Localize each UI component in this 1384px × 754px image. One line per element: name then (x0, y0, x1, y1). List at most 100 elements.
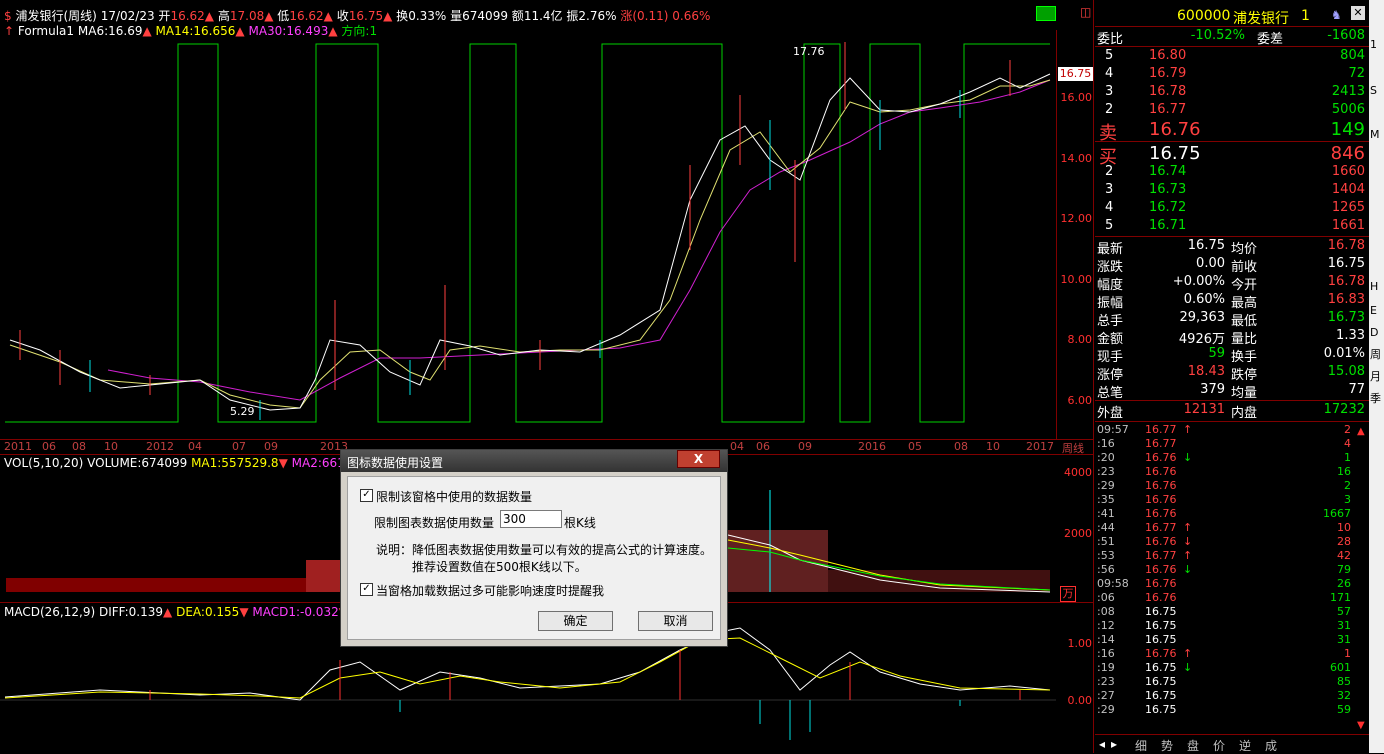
tick-time: :51 (1097, 535, 1115, 548)
tick-arrow-icon: ↓ (1183, 661, 1193, 674)
stat-label: 总笔 (1097, 386, 1124, 401)
tick-volume: 1 (1344, 451, 1351, 464)
side-item[interactable]: 月 (1370, 368, 1383, 382)
tick-time: :14 (1097, 633, 1115, 646)
tick-row: 09:58 16.76 26 (1095, 577, 1369, 591)
ok-button[interactable]: 确定 (538, 611, 613, 631)
dialog-close-button[interactable]: X (677, 450, 720, 468)
tick-time: :19 (1097, 661, 1115, 674)
vol-axis-label: 2000 (1064, 527, 1092, 540)
limit-count-input[interactable] (500, 510, 562, 528)
stat-value: 29,363 (1179, 310, 1226, 325)
data-settings-dialog[interactable]: 图标数据使用设置 X ✓ 限制该窗格中使用的数据数量 限制图表数据使用数量 根K… (340, 449, 728, 647)
tab-detail[interactable]: 细 (1135, 737, 1147, 754)
tick-price: 16.77 (1145, 437, 1177, 450)
time-label: 10 (104, 440, 118, 453)
cancel-button[interactable]: 取消 (638, 611, 713, 631)
time-label: 07 (232, 440, 246, 453)
sell-level: 2 16.77 5006 (1095, 102, 1369, 120)
tick-time: :23 (1097, 675, 1115, 688)
stat-value: +0.00% (1172, 274, 1225, 289)
tab-prev-icon[interactable]: ◂ (1099, 737, 1105, 751)
level-price: 16.79 (1149, 66, 1187, 81)
tick-row: :08 16.75 57 (1095, 605, 1369, 619)
stat-label: 最低 (1231, 314, 1258, 329)
level-num: 4 (1105, 66, 1114, 81)
vol-ma1: MA1:557529.8 (191, 456, 279, 470)
level-vol: 1404 (1331, 182, 1365, 197)
tick-arrow-icon: ↓ (1183, 563, 1193, 576)
tab-reverse[interactable]: 逆 (1239, 737, 1251, 754)
quote-panel: 600000 浦发银行 1 ♞ ✕ 委比 -10.52% 委差 -1608 5 … (1095, 0, 1369, 753)
tick-volume: 10 (1337, 521, 1351, 534)
level-vol: 1661 (1331, 218, 1365, 233)
tick-volume: 26 (1337, 577, 1351, 590)
stat-value: 77 (1348, 382, 1365, 397)
vol-value: VOLUME:674099 (87, 456, 188, 470)
tick-row: :06 16.76 171 (1095, 591, 1369, 605)
side-item[interactable]: 周 (1370, 346, 1383, 360)
side-item[interactable]: M (1370, 128, 1383, 142)
note-line-2: 推荐设置数值在500根K线以下。 (412, 560, 587, 574)
stat-value: 16.83 (1327, 292, 1365, 307)
tab-next-icon[interactable]: ▸ (1111, 737, 1117, 751)
level-num: 4 (1105, 200, 1114, 215)
neipan-value: 17232 (1323, 402, 1365, 417)
time-label: 09 (798, 440, 812, 453)
side-item[interactable]: H (1370, 280, 1383, 294)
tick-time: 09:57 (1097, 423, 1129, 436)
price-axis-label: 12.00 (1060, 212, 1093, 225)
waipan-label: 外盘 (1097, 406, 1124, 421)
level-vol: 2413 (1331, 84, 1365, 99)
side-item[interactable]: D (1370, 326, 1383, 340)
side-item[interactable]: S (1370, 84, 1383, 98)
tab-orderbook[interactable]: 盘 (1187, 737, 1199, 754)
tick-row: :29 16.76 2 (1095, 479, 1369, 493)
side-item[interactable]: E (1370, 304, 1383, 318)
side-toolbar: 1 S M H E D 周 月 季 (1369, 0, 1384, 753)
warn-checkbox[interactable]: ✓ (360, 583, 373, 596)
stat-value: 16.75 (1327, 256, 1365, 271)
close-icon[interactable]: ✕ (1351, 6, 1365, 20)
stat-row: 最新 16.75 均价 16.78 (1095, 238, 1369, 257)
stat-row: 涨跌 0.00 前收 16.75 (1095, 256, 1369, 275)
side-item[interactable]: 1 (1370, 38, 1383, 52)
stat-row: 振幅 0.60% 最高 16.83 (1095, 292, 1369, 311)
scroll-down-icon[interactable]: ▼ (1357, 720, 1367, 731)
side-item[interactable]: 季 (1370, 390, 1383, 404)
stat-value: 16.78 (1327, 274, 1365, 289)
level-price: 16.71 (1149, 218, 1187, 233)
tick-volume: 28 (1337, 535, 1351, 548)
up-arrow-icon: ▲ (163, 605, 173, 619)
dialog-titlebar[interactable]: 图标数据使用设置 X (341, 450, 727, 472)
tick-price: 16.77 (1145, 423, 1177, 436)
stat-label: 现手 (1097, 350, 1124, 365)
stat-label: 前收 (1231, 260, 1258, 275)
tick-price: 16.76 (1145, 535, 1177, 548)
tick-price: 16.75 (1145, 619, 1177, 632)
neipan-label: 内盘 (1231, 406, 1258, 421)
buy1-price: 16.75 (1149, 143, 1201, 164)
panel-title: 600000 浦发银行 1 ♞ ✕ (1095, 6, 1369, 27)
scroll-up-icon[interactable]: ▲ (1357, 426, 1367, 437)
tick-list[interactable]: 09:57 16.77 ↑ 2:16 16.77 4:20 16.76 ↓ 1:23 16.76 1… (1095, 423, 1369, 723)
horse-icon[interactable]: ♞ (1331, 8, 1342, 22)
time-label: 06 (756, 440, 770, 453)
tab-price[interactable]: 价 (1213, 737, 1225, 754)
waipan-row: 外盘 12131 内盘 17232 (1095, 402, 1369, 421)
level-price: 16.72 (1149, 200, 1187, 215)
weibi-row: 委比 -10.52% 委差 -1608 (1095, 28, 1369, 47)
tick-volume: 2 (1344, 479, 1351, 492)
limit-data-checkbox[interactable]: ✓ (360, 489, 373, 502)
tick-row: :23 16.75 85 (1095, 675, 1369, 689)
tick-price: 16.75 (1145, 675, 1177, 688)
stat-value: 0.01% (1323, 346, 1365, 361)
tick-time: :16 (1097, 437, 1115, 450)
tab-deals[interactable]: 成 (1265, 737, 1277, 754)
period-axis-label[interactable]: 周线 (1062, 440, 1084, 456)
down-arrow-icon: ▼ (239, 605, 249, 619)
tab-trend[interactable]: 势 (1161, 737, 1173, 754)
time-label: 2011 (4, 440, 32, 453)
stat-value: 59 (1208, 346, 1225, 361)
level-vol: 804 (1340, 48, 1365, 63)
